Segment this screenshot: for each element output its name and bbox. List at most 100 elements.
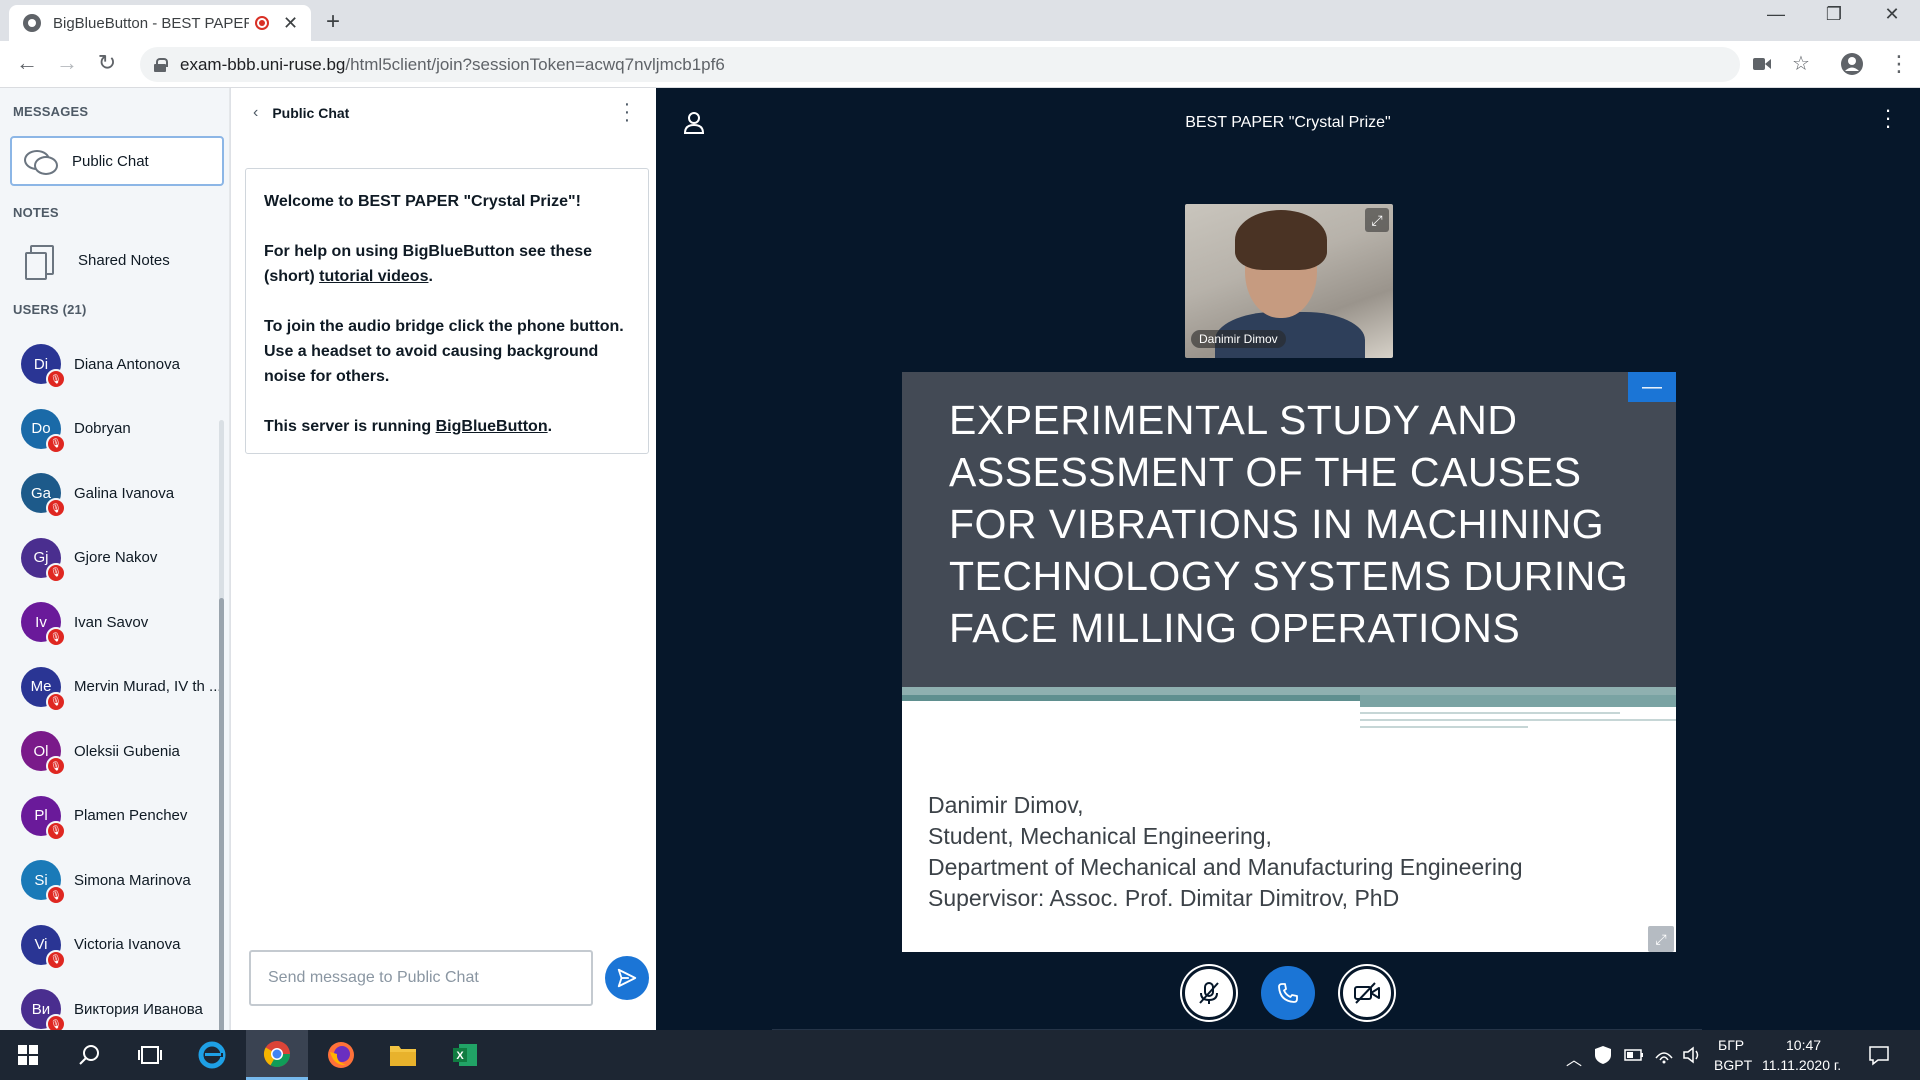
close-window-icon[interactable]: ✕ xyxy=(1872,4,1912,25)
profile-icon[interactable] xyxy=(1840,52,1864,76)
user-avatar: Pl 🎙︎ xyxy=(21,795,66,841)
welcome-punct: ! xyxy=(575,193,581,210)
volume-icon[interactable] xyxy=(1682,1046,1702,1064)
users-scrollbar-thumb[interactable] xyxy=(219,598,224,1054)
user-name: Виктория Иванова xyxy=(74,1000,203,1018)
user-initials: Vi xyxy=(34,936,48,953)
lock-icon xyxy=(154,57,168,72)
user-list-item[interactable]: Vi 🎙︎ Victoria Ivanova xyxy=(0,917,222,973)
welcome-text: Welcome to xyxy=(264,193,358,210)
battery-icon[interactable] xyxy=(1624,1048,1644,1062)
task-view-button[interactable] xyxy=(122,1030,178,1080)
recording-icon xyxy=(255,16,269,30)
clock-time[interactable]: 10:47 xyxy=(1786,1037,1821,1053)
public-chat-item[interactable]: Public Chat xyxy=(10,136,224,186)
user-list-item[interactable]: Pl 🎙︎ Plamen Penchev xyxy=(0,788,222,844)
webcam-fullscreen-icon[interactable]: ⤢ xyxy=(1365,208,1389,232)
user-name: Dobryan xyxy=(74,420,131,437)
search-button[interactable] xyxy=(62,1030,118,1080)
user-avatar: Ol 🎙︎ xyxy=(21,731,66,776)
slide-author-line: Supervisor: Assoc. Prof. Dimitar Dimitro… xyxy=(928,885,1400,911)
reload-icon[interactable]: ↻ xyxy=(92,50,122,76)
muted-microphone-icon: 🎙︎ xyxy=(46,949,66,970)
shared-notes-item[interactable]: Shared Notes xyxy=(10,235,224,285)
clock-date[interactable]: 11.11.2020 г. xyxy=(1762,1057,1841,1073)
start-button[interactable] xyxy=(0,1030,56,1080)
help-punct: . xyxy=(428,268,433,285)
muted-microphone-icon: 🎙︎ xyxy=(46,562,66,583)
share-webcam-button[interactable] xyxy=(1340,966,1394,1020)
user-list-item[interactable]: Ga 🎙︎ Galina Ivanova xyxy=(0,465,222,521)
browser-tab[interactable]: BigBlueButton - BEST PAPER ✕ xyxy=(9,5,311,41)
session-options-icon[interactable]: · · · xyxy=(1880,99,1896,137)
user-list-item[interactable]: Iv 🎙︎ Ivan Savov xyxy=(0,594,222,650)
webcam-video[interactable]: Danimir Dimov ⤢ xyxy=(1185,204,1393,358)
presentation-fullscreen-icon[interactable]: ⤢ xyxy=(1648,926,1674,952)
user-list-item[interactable]: Ви 🎙︎ Виктория Иванова xyxy=(0,981,222,1030)
users-list[interactable]: Di 🎙︎ Diana Antonova Do 🎙︎ Dobryan Ga 🎙︎ Galina … xyxy=(0,334,224,1030)
user-avatar: Si 🎙︎ xyxy=(21,860,66,905)
user-name: Diana Antonova xyxy=(74,355,180,373)
bookmark-star-icon[interactable]: ☆ xyxy=(1792,51,1810,76)
user-avatar: Ga 🎙︎ xyxy=(21,473,66,518)
user-list-item[interactable]: Ol 🎙︎ Oleksii Gubenia xyxy=(0,723,222,779)
search-icon xyxy=(79,1045,99,1065)
defender-shield-icon[interactable] xyxy=(1594,1045,1612,1065)
excel-taskbar-button[interactable]: X xyxy=(434,1030,496,1080)
slide-author-block: Danimir Dimov, Student, Mechanical Engin… xyxy=(928,790,1523,914)
tab-close-icon[interactable]: ✕ xyxy=(283,13,298,34)
public-chat-panel: ‹ Public Chat · · · Welcome to BEST PAPER … xyxy=(231,88,656,1030)
wifi-icon[interactable] xyxy=(1654,1046,1674,1064)
user-avatar: Vi 🎙︎ xyxy=(21,924,66,970)
chat-bubbles-icon xyxy=(24,148,58,175)
address-bar[interactable]: exam-bbb.uni-ruse.bg /html5client/join?s… xyxy=(140,47,1740,82)
messages-section-title: MESSAGES xyxy=(13,104,89,119)
join-microphone-button[interactable] xyxy=(1182,966,1236,1020)
windows-logo-icon xyxy=(18,1045,38,1065)
url-path: /html5client/join?sessionToken=acwq7nvlj… xyxy=(345,54,725,74)
forward-arrow-icon[interactable]: → xyxy=(52,50,82,76)
chevron-left-icon: ‹ xyxy=(253,104,259,121)
muted-microphone-icon: 🎙︎ xyxy=(46,627,66,647)
user-list-item[interactable]: Gj 🎙︎ Gjore Nakov xyxy=(0,530,222,586)
restore-window-icon[interactable]: ❐ xyxy=(1814,4,1854,25)
firefox-taskbar-button[interactable] xyxy=(310,1030,372,1080)
excel-icon: X xyxy=(453,1044,477,1066)
internet-explorer-icon xyxy=(198,1041,226,1069)
back-arrow-icon[interactable]: ← xyxy=(12,50,42,76)
user-list-panel: MESSAGES Public Chat NOTES Shared Notes … xyxy=(0,88,230,1080)
chrome-icon xyxy=(263,1040,291,1067)
chat-header-back[interactable]: ‹ Public Chat xyxy=(253,104,349,122)
send-message-button[interactable] xyxy=(605,956,649,1000)
leave-audio-button[interactable] xyxy=(1261,966,1315,1020)
input-language-bottom[interactable]: BGPT xyxy=(1714,1057,1752,1073)
user-list-item[interactable]: Di 🎙︎ Diana Antonova xyxy=(0,336,222,392)
file-explorer-taskbar-button[interactable] xyxy=(372,1030,434,1080)
tutorial-videos-link[interactable]: tutorial videos xyxy=(319,268,428,285)
minimize-window-icon[interactable]: — xyxy=(1756,4,1796,25)
browser-menu-icon[interactable]: ⋮ xyxy=(1888,51,1910,77)
slide-stripe xyxy=(902,695,1360,701)
show-hidden-icons-icon[interactable]: ︿ xyxy=(1566,1046,1582,1070)
slide-stripe xyxy=(1360,695,1676,707)
minimize-presentation-button[interactable]: — xyxy=(1628,372,1676,402)
user-list-item[interactable]: Do 🎙︎ Dobryan xyxy=(0,401,222,457)
chrome-taskbar-button[interactable] xyxy=(246,1030,308,1080)
bigbluebutton-link[interactable]: BigBlueButton xyxy=(436,418,548,435)
firefox-icon xyxy=(328,1042,354,1068)
user-avatar: Me 🎙︎ xyxy=(21,666,66,712)
user-list-item[interactable]: Si 🎙︎ Simona Marinova xyxy=(0,852,222,908)
internet-explorer-taskbar-button[interactable] xyxy=(184,1030,240,1080)
task-view-icon xyxy=(138,1046,162,1064)
muted-microphone-icon: 🎙︎ xyxy=(46,498,66,518)
windows-taskbar: X ︿ БГР BGPT 10:47 11.11.2020 г. xyxy=(0,1030,1920,1080)
camera-in-use-icon[interactable] xyxy=(1753,57,1771,71)
chat-message-input[interactable]: Send message to Public Chat xyxy=(249,950,593,1006)
notifications-icon[interactable] xyxy=(1868,1044,1890,1066)
user-initials: Me xyxy=(30,678,52,695)
new-tab-button[interactable]: + xyxy=(326,8,340,36)
input-language-top[interactable]: БГР xyxy=(1718,1037,1744,1053)
user-list-item[interactable]: Me 🎙︎ Mervin Murad, IV th ... xyxy=(0,659,222,715)
chat-options-icon[interactable]: · · · xyxy=(619,94,635,130)
slide-title-band: EXPERIMENTAL STUDY AND ASSESSMENT OF THE… xyxy=(902,372,1676,687)
